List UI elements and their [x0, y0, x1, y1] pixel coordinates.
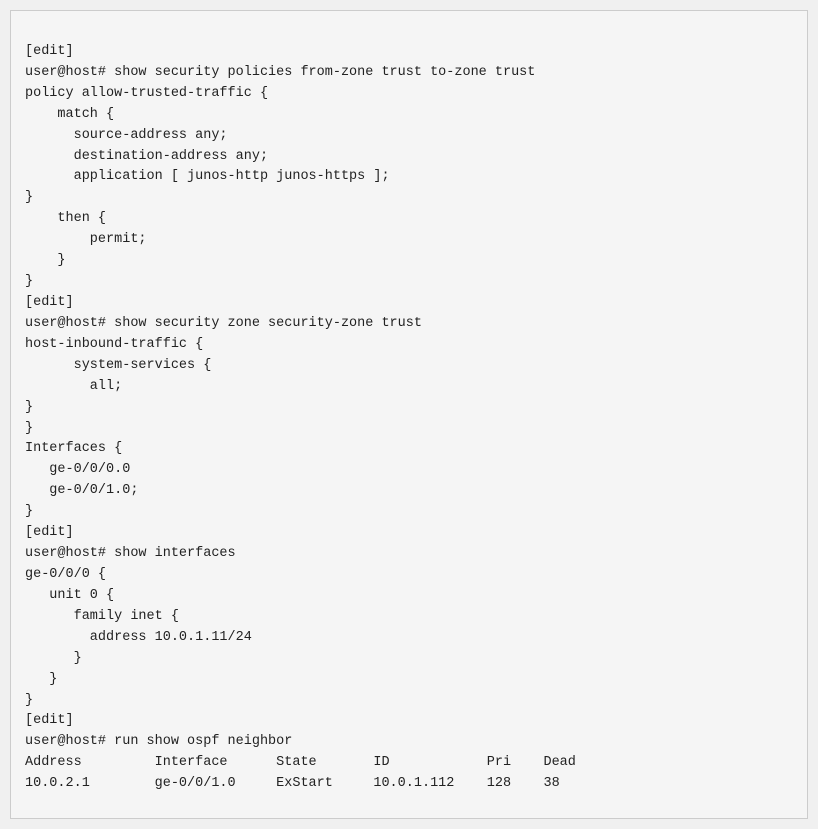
- terminal-line: all;: [25, 377, 793, 398]
- terminal-line: [edit]: [25, 711, 793, 732]
- terminal-line: [edit]: [25, 293, 793, 314]
- terminal-line: [edit]: [25, 523, 793, 544]
- terminal-line: }: [25, 188, 793, 209]
- terminal-line: application [ junos-http junos-https ];: [25, 167, 793, 188]
- terminal-line: host-inbound-traffic {: [25, 335, 793, 356]
- terminal-line: user@host# show security policies from-z…: [25, 63, 793, 84]
- terminal-line: user@host# run show ospf neighbor: [25, 732, 793, 753]
- terminal-line: family inet {: [25, 607, 793, 628]
- terminal-line: match {: [25, 105, 793, 126]
- terminal-line: source-address any;: [25, 126, 793, 147]
- terminal-line: }: [25, 502, 793, 523]
- terminal-line: Address Interface State ID Pri Dead: [25, 753, 793, 774]
- terminal-line: unit 0 {: [25, 586, 793, 607]
- terminal-line: }: [25, 670, 793, 691]
- terminal-line: [edit]: [25, 42, 793, 63]
- terminal-line: 10.0.2.1 ge-0/0/1.0 ExStart 10.0.1.112 1…: [25, 774, 793, 795]
- terminal-line: user@host# show interfaces: [25, 544, 793, 565]
- terminal-line: ge-0/0/0 {: [25, 565, 793, 586]
- terminal-line: Interfaces {: [25, 439, 793, 460]
- terminal-line: }: [25, 251, 793, 272]
- terminal-line: }: [25, 272, 793, 293]
- terminal-line: address 10.0.1.11/24: [25, 628, 793, 649]
- terminal-line: system-services {: [25, 356, 793, 377]
- terminal-line: }: [25, 419, 793, 440]
- terminal-line: permit;: [25, 230, 793, 251]
- terminal-line: then {: [25, 209, 793, 230]
- terminal-line: policy allow-trusted-traffic {: [25, 84, 793, 105]
- terminal-line: ge-0/0/1.0;: [25, 481, 793, 502]
- terminal-line: user@host# show security zone security-z…: [25, 314, 793, 335]
- terminal-line: }: [25, 691, 793, 712]
- terminal-line: ge-0/0/0.0: [25, 460, 793, 481]
- terminal-line: }: [25, 649, 793, 670]
- terminal-line: destination-address any;: [25, 147, 793, 168]
- terminal-output: [edit]user@host# show security policies …: [10, 10, 808, 819]
- terminal-line: }: [25, 398, 793, 419]
